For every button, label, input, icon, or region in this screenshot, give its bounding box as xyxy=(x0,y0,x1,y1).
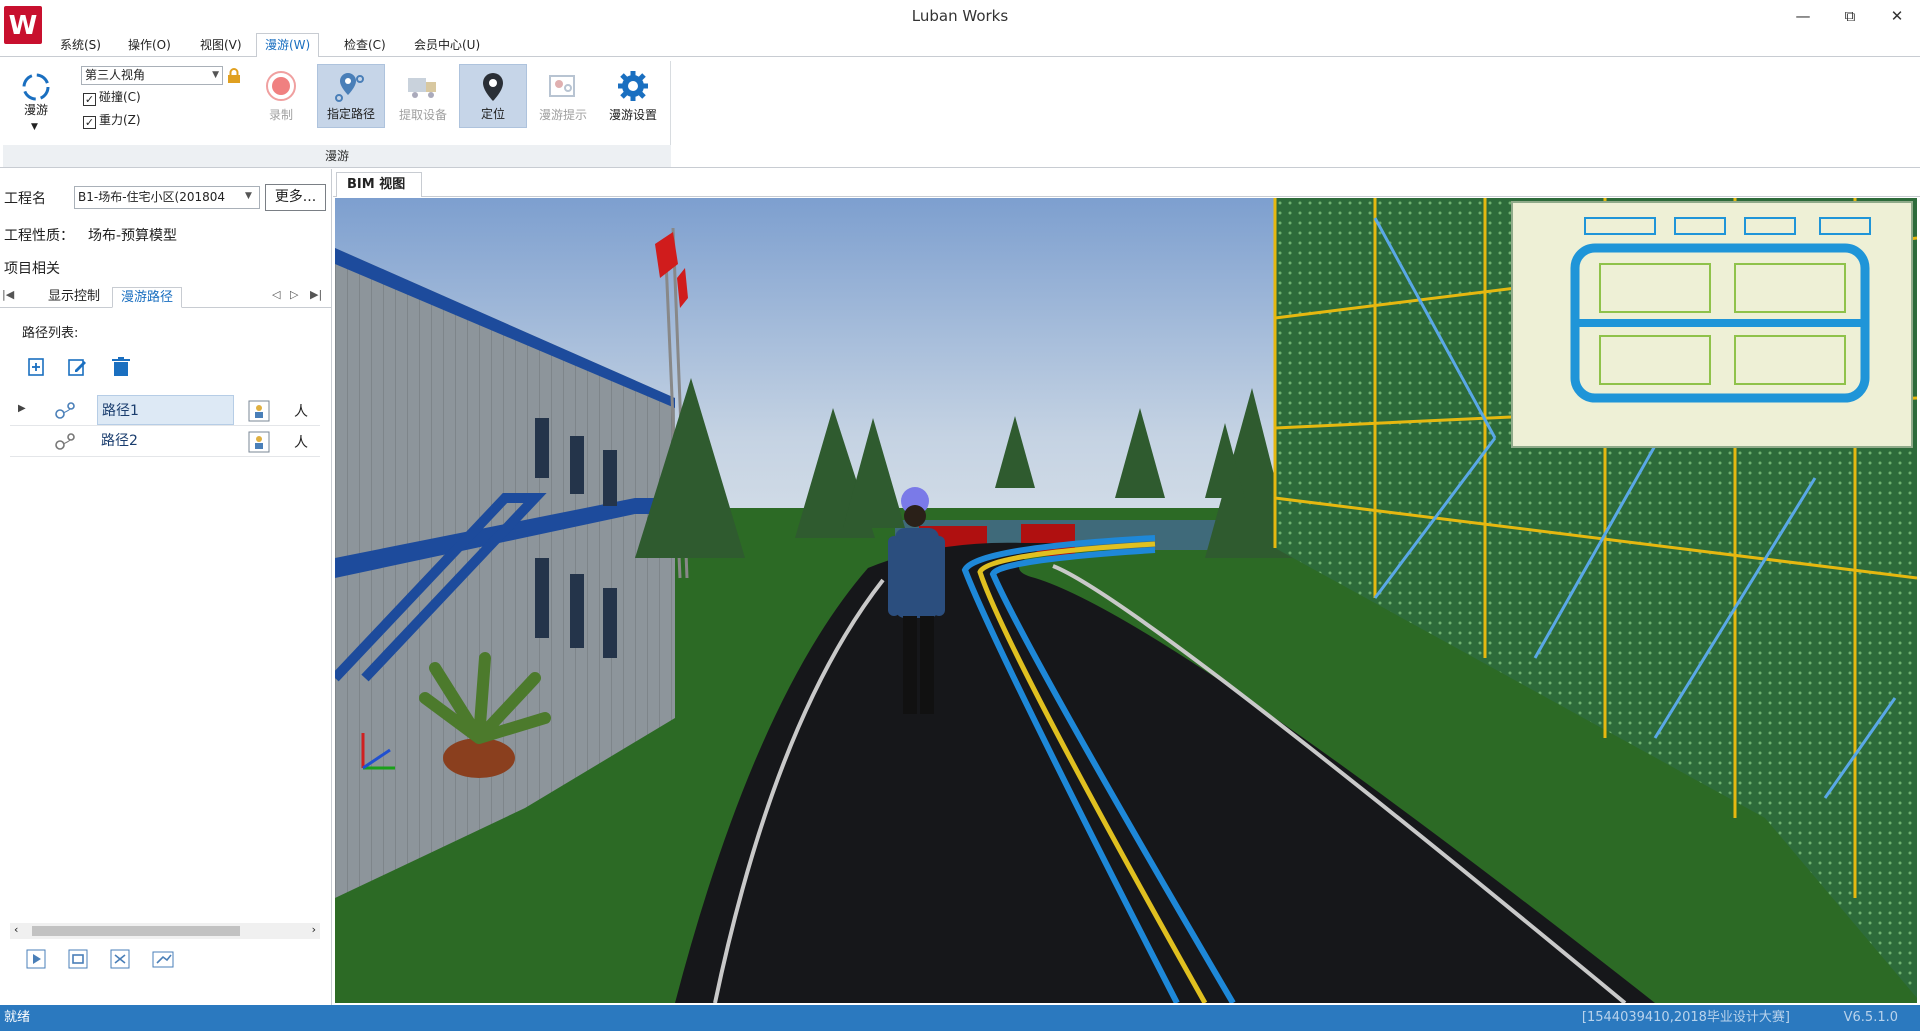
extract-device-label: 提取设备 xyxy=(398,108,447,122)
project-select-value: B1-场布-住宅小区(201804 xyxy=(78,190,226,204)
locate-button[interactable]: 定位 xyxy=(459,64,527,128)
bim-3d-viewport[interactable] xyxy=(335,198,1917,1003)
panel-tab-bar: |◀ 显示控制 漫游路径 ◁ ▷ ▶| xyxy=(0,286,332,308)
path-row[interactable]: ▶ 路径1 人 xyxy=(10,395,320,426)
scroll-left-icon[interactable]: ‹ xyxy=(14,923,18,936)
roam-button-label: 漫游 xyxy=(23,103,48,117)
menu-operation[interactable]: 操作(O) xyxy=(120,35,179,57)
collision-label: 碰撞(C) xyxy=(99,90,141,104)
path-list-title: 路径列表: xyxy=(22,326,79,341)
person-view-icon[interactable] xyxy=(248,431,270,453)
tab-display-control[interactable]: 显示控制 xyxy=(40,287,108,308)
status-bar: 就绪 [1544039410,2018毕业设计大赛] V6.5.1.0 xyxy=(0,1005,1920,1031)
record-button[interactable]: 录制 xyxy=(251,64,311,128)
loop-icon[interactable] xyxy=(68,949,88,969)
view-tab-bar: BIM 视图 xyxy=(333,172,1920,197)
truck-icon xyxy=(408,78,436,98)
edit-path-icon[interactable] xyxy=(67,356,89,378)
path-pin-icon xyxy=(55,402,75,419)
record-label: 录制 xyxy=(268,108,293,122)
shuffle-icon[interactable] xyxy=(110,949,130,969)
project-related-label: 项目相关 xyxy=(4,261,60,277)
play-icon[interactable] xyxy=(26,949,46,969)
location-pin-icon xyxy=(483,73,503,101)
map-tip-icon xyxy=(549,75,575,97)
menu-view[interactable]: 视图(V) xyxy=(192,35,250,57)
ribbon-group-label: 漫游 xyxy=(3,145,671,167)
bim-scene[interactable] xyxy=(335,198,1917,1003)
menu-roam[interactable]: 漫游(W) xyxy=(256,33,320,58)
title-bar: W Luban Works — ⧉ ✕ xyxy=(0,0,1920,44)
gravity-label: 重力(Z) xyxy=(99,113,141,127)
menu-check[interactable]: 检查(C) xyxy=(336,35,394,57)
chevron-down-icon: ▼ xyxy=(245,191,252,201)
record-icon xyxy=(266,71,296,101)
project-panel: 工程名 B1-场布-住宅小区(201804 ▼ 更多... 工程性质： 场布-预… xyxy=(0,169,332,1005)
site-minimap[interactable] xyxy=(1511,201,1913,448)
row-selector-arrow-icon: ▶ xyxy=(18,403,26,414)
gravity-checkbox[interactable]: ✓ 重力(Z) xyxy=(83,111,203,129)
project-type-label: 工程性质： xyxy=(4,228,74,244)
path-name: 路径2 xyxy=(101,433,138,449)
path-list-scrollbar[interactable]: ‹ › xyxy=(10,923,320,939)
lock-icon[interactable] xyxy=(227,68,241,84)
first-tab-arrow-icon[interactable]: |◀ xyxy=(2,288,14,301)
prev-tab-arrow-icon[interactable]: ◁ xyxy=(272,288,280,301)
restore-button[interactable]: ⧉ xyxy=(1835,4,1865,28)
locate-label: 定位 xyxy=(480,107,505,121)
status-text: 就绪 xyxy=(4,1010,31,1025)
tab-bim-view[interactable]: BIM 视图 xyxy=(336,172,423,197)
roam-settings-button[interactable]: 漫游设置 xyxy=(599,64,667,128)
path-export-icon[interactable] xyxy=(152,949,174,969)
gear-icon xyxy=(618,71,648,101)
view-mode-value: 第三人视角 xyxy=(85,68,146,82)
status-user-info: [1544039410,2018毕业设计大赛] xyxy=(1581,1010,1790,1025)
path-pin-icon xyxy=(335,73,364,102)
path-pin-icon xyxy=(55,433,75,450)
scroll-right-icon[interactable]: › xyxy=(312,923,316,936)
chevron-down-icon: ▼ xyxy=(212,70,219,80)
collision-check-icon: ✓ xyxy=(83,93,96,106)
scrollbar-thumb[interactable] xyxy=(32,926,240,936)
close-button[interactable]: ✕ xyxy=(1882,4,1912,28)
roam-tip-label: 漫游提示 xyxy=(538,108,587,122)
path-row[interactable]: 路径2 人 xyxy=(10,426,320,457)
trash-icon[interactable] xyxy=(110,356,132,378)
path-name: 路径1 xyxy=(97,395,234,425)
roam-cycle-icon xyxy=(22,73,50,101)
menu-member-center[interactable]: 会员中心(U) xyxy=(406,35,488,57)
assign-path-label: 指定路径 xyxy=(326,107,375,121)
next-tab-arrow-icon[interactable]: ▷ xyxy=(290,288,298,301)
path-extra: 人 xyxy=(294,435,308,451)
roam-dropdown-arrow-icon: ▼ xyxy=(31,122,38,132)
project-type-value: 场布-预算模型 xyxy=(88,228,178,244)
menu-bar: 系统(S) 操作(O) 视图(V) 漫游(W) 检查(C) 会员中心(U) xyxy=(0,32,1920,58)
window-title: Luban Works xyxy=(911,7,1009,25)
extract-device-button[interactable]: 提取设备 xyxy=(389,64,457,128)
last-tab-arrow-icon[interactable]: ▶| xyxy=(310,288,322,301)
roam-button[interactable]: 漫游 ▼ xyxy=(11,64,61,132)
minimize-button[interactable]: — xyxy=(1788,4,1818,28)
tab-roam-path[interactable]: 漫游路径 xyxy=(112,287,183,308)
assign-path-button[interactable]: 指定路径 xyxy=(317,64,385,128)
project-name-label: 工程名 xyxy=(4,191,46,207)
path-extra: 人 xyxy=(294,404,308,420)
path-list: ▶ 路径1 人 路径2 人 xyxy=(10,395,320,457)
person-view-icon[interactable] xyxy=(248,400,270,422)
menu-system[interactable]: 系统(S) xyxy=(52,35,109,57)
collision-checkbox[interactable]: ✓ 碰撞(C) xyxy=(83,88,203,106)
roam-tip-button[interactable]: 漫游提示 xyxy=(529,64,597,128)
roam-settings-label: 漫游设置 xyxy=(608,108,657,122)
add-path-icon[interactable] xyxy=(26,356,48,378)
more-button[interactable]: 更多... xyxy=(265,184,326,211)
ribbon: 漫游 ▼ 第三人视角 ▼ ✓ 碰撞(C) ✓ 重力(Z) 录制 指定路径 提取设… xyxy=(0,57,1920,168)
gravity-check-icon: ✓ xyxy=(83,116,96,129)
project-select[interactable]: B1-场布-住宅小区(201804 xyxy=(74,186,260,209)
view-mode-select[interactable]: 第三人视角 ▼ xyxy=(81,66,223,85)
version-label: V6.5.1.0 xyxy=(1843,1010,1898,1025)
